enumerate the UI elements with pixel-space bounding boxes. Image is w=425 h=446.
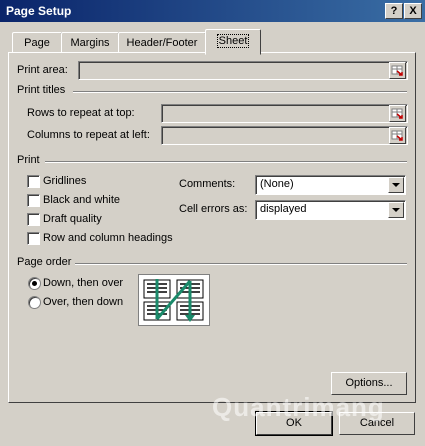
black-and-white-checkbox[interactable] bbox=[27, 194, 40, 207]
cols-to-repeat-field[interactable] bbox=[161, 126, 408, 145]
print-titles-heading: Print titles bbox=[17, 84, 66, 96]
cell-errors-select[interactable]: displayed bbox=[255, 200, 406, 220]
cancel-button[interactable]: Cancel bbox=[339, 412, 415, 435]
rows-range-select-icon[interactable] bbox=[389, 105, 406, 122]
cols-to-repeat-label: Columns to repeat at left: bbox=[27, 129, 150, 141]
print-divider bbox=[45, 161, 407, 163]
print-area-field[interactable] bbox=[78, 61, 408, 80]
draft-quality-label: Draft quality bbox=[43, 213, 102, 225]
ok-button[interactable]: OK bbox=[255, 411, 333, 436]
comments-select[interactable]: (None) bbox=[255, 175, 406, 195]
cell-errors-label: Cell errors as: bbox=[179, 203, 248, 215]
comments-label: Comments: bbox=[179, 178, 236, 190]
chevron-down-icon[interactable] bbox=[388, 177, 404, 193]
over-then-down-radio[interactable] bbox=[28, 296, 41, 309]
cols-range-select-icon[interactable] bbox=[389, 127, 406, 144]
rows-to-repeat-label: Rows to repeat at top: bbox=[27, 107, 135, 119]
page-order-preview-icon bbox=[138, 274, 210, 326]
draft-quality-checkbox[interactable] bbox=[27, 213, 40, 226]
page-order-divider bbox=[75, 263, 407, 265]
rows-to-repeat-field[interactable] bbox=[161, 104, 408, 123]
chevron-down-icon[interactable] bbox=[388, 202, 404, 218]
down-then-over-label: Down, then over bbox=[43, 277, 124, 289]
gridlines-checkbox[interactable] bbox=[27, 175, 40, 188]
gridlines-label: Gridlines bbox=[43, 175, 87, 187]
row-col-headings-label: Row and column headings bbox=[43, 232, 173, 244]
print-area-label: Print area: bbox=[17, 64, 68, 76]
page-order-heading: Page order bbox=[17, 256, 72, 268]
sheet-content: Print area: Print titles Rows to repeat … bbox=[0, 0, 425, 446]
row-col-headings-checkbox[interactable] bbox=[27, 232, 40, 245]
print-heading: Print bbox=[17, 154, 40, 166]
options-button[interactable]: Options... bbox=[331, 372, 407, 395]
over-then-down-label: Over, then down bbox=[43, 296, 124, 308]
print-titles-divider bbox=[73, 91, 407, 93]
print-area-range-select-icon[interactable] bbox=[389, 62, 406, 79]
black-and-white-label: Black and white bbox=[43, 194, 121, 206]
down-then-over-radio[interactable] bbox=[28, 277, 41, 290]
